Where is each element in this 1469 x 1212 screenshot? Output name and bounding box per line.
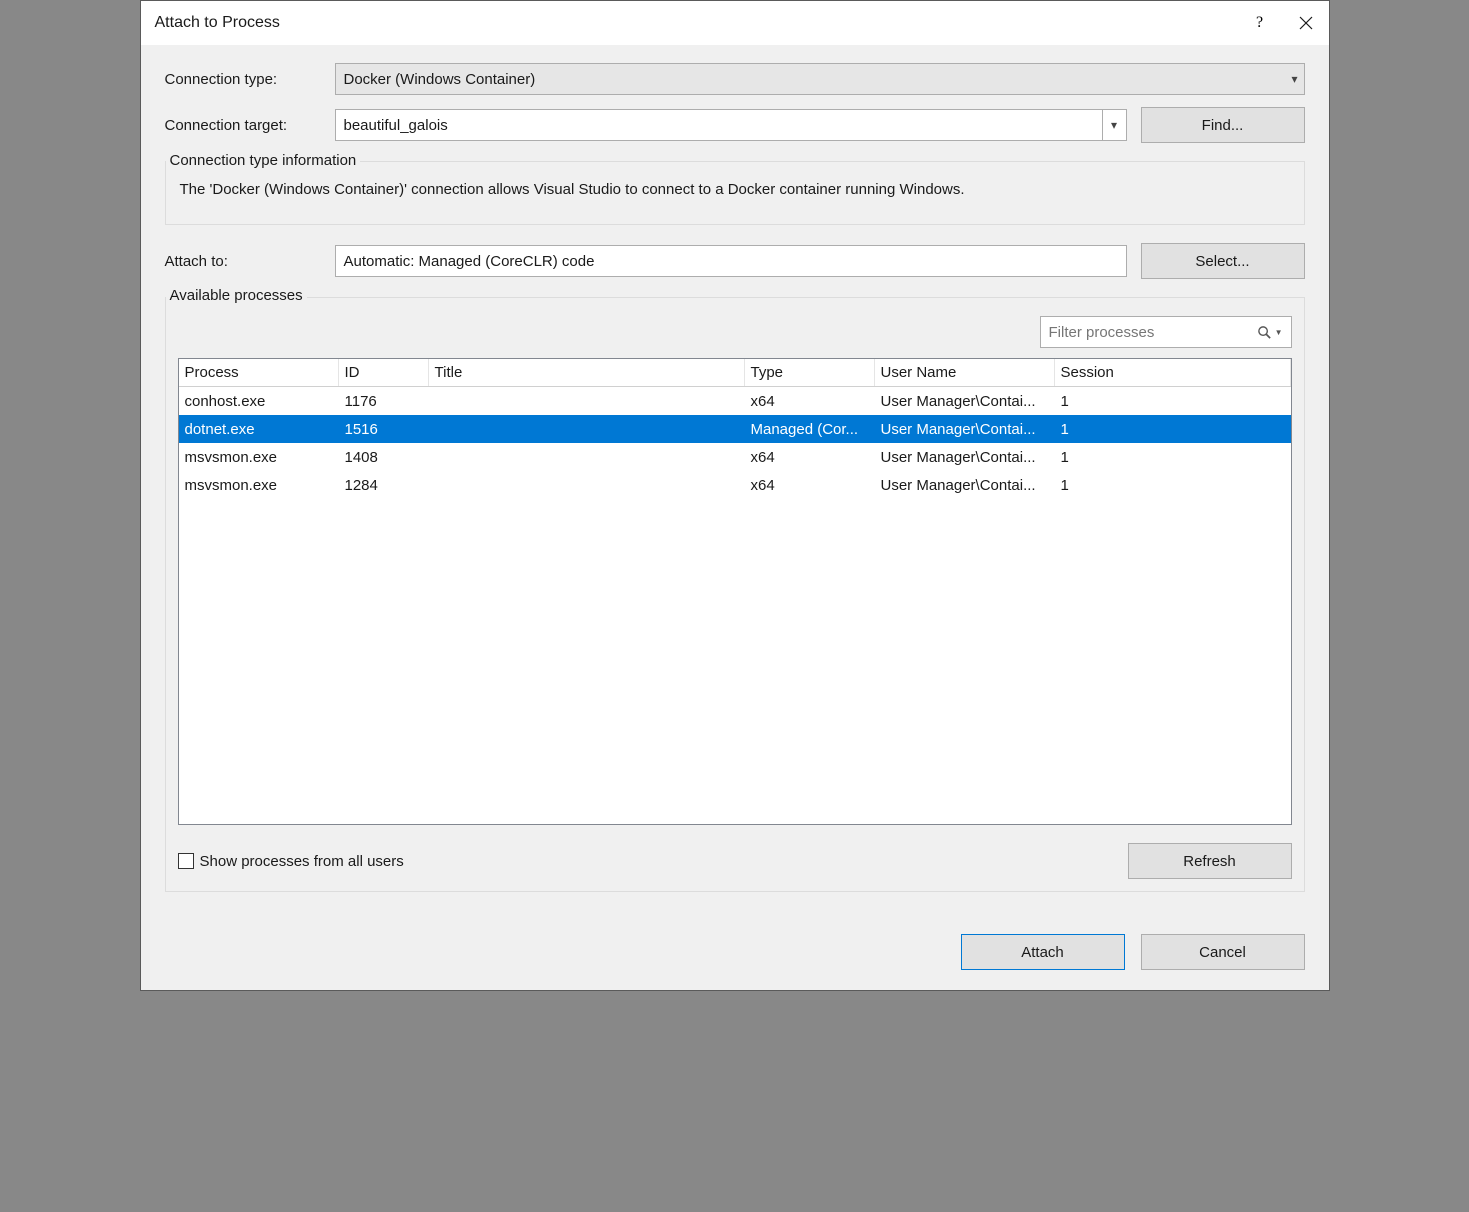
process-table[interactable]: Process ID Title Type User Name Session … bbox=[178, 358, 1292, 825]
chevron-down-icon: ▼ bbox=[1275, 328, 1283, 337]
connection-type-label: Connection type: bbox=[165, 71, 335, 88]
col-id[interactable]: ID bbox=[339, 359, 429, 386]
col-process[interactable]: Process bbox=[179, 359, 339, 386]
connection-type-value: Docker (Windows Container) bbox=[344, 71, 536, 88]
table-cell: 1284 bbox=[339, 477, 429, 494]
find-button[interactable]: Find... bbox=[1141, 107, 1305, 143]
table-cell: x64 bbox=[745, 449, 875, 466]
table-cell: User Manager\Contai... bbox=[875, 393, 1055, 410]
table-cell: msvsmon.exe bbox=[179, 477, 339, 494]
col-title[interactable]: Title bbox=[429, 359, 745, 386]
col-user[interactable]: User Name bbox=[875, 359, 1055, 386]
table-cell: 1516 bbox=[339, 421, 429, 438]
table-row[interactable]: conhost.exe1176 x64User Manager\Contai...… bbox=[179, 387, 1291, 415]
col-session[interactable]: Session bbox=[1055, 359, 1291, 386]
attach-to-process-dialog: Attach to Process ? Connection type: Doc… bbox=[140, 0, 1330, 991]
available-processes-label: Available processes bbox=[166, 287, 307, 304]
table-cell: 1408 bbox=[339, 449, 429, 466]
table-row[interactable]: msvsmon.exe1284 x64User Manager\Contai...… bbox=[179, 471, 1291, 499]
table-row[interactable]: dotnet.exe1516 Managed (Cor...User Manage… bbox=[179, 415, 1291, 443]
chevron-down-icon: ▾ bbox=[1291, 72, 1297, 86]
table-cell: User Manager\Contai... bbox=[875, 477, 1055, 494]
table-header[interactable]: Process ID Title Type User Name Session bbox=[179, 359, 1291, 387]
dialog-title: Attach to Process bbox=[155, 14, 280, 32]
chevron-down-icon[interactable]: ▾ bbox=[1102, 110, 1126, 140]
table-cell: 1 bbox=[1055, 477, 1291, 494]
close-icon bbox=[1299, 16, 1313, 30]
connection-info-header: Connection type information bbox=[166, 152, 361, 169]
close-button[interactable] bbox=[1283, 1, 1329, 45]
table-cell: 1 bbox=[1055, 421, 1291, 438]
connection-info-group: Connection type information The 'Docker … bbox=[165, 161, 1305, 225]
table-cell: 1 bbox=[1055, 449, 1291, 466]
connection-target-combo[interactable]: beautiful_galois ▾ bbox=[335, 109, 1127, 141]
table-cell: Managed (Cor... bbox=[745, 421, 875, 438]
dialog-footer: Attach Cancel bbox=[141, 910, 1329, 990]
table-cell: x64 bbox=[745, 477, 875, 494]
help-button[interactable]: ? bbox=[1237, 1, 1283, 45]
help-icon: ? bbox=[1256, 14, 1263, 32]
attach-to-label: Attach to: bbox=[165, 253, 335, 270]
table-cell: x64 bbox=[745, 393, 875, 410]
table-row[interactable]: msvsmon.exe1408 x64User Manager\Contai...… bbox=[179, 443, 1291, 471]
table-cell: conhost.exe bbox=[179, 393, 339, 410]
table-cell: User Manager\Contai... bbox=[875, 421, 1055, 438]
attach-button[interactable]: Attach bbox=[961, 934, 1125, 970]
search-icon[interactable]: ▼ bbox=[1257, 325, 1283, 340]
connection-target-label: Connection target: bbox=[165, 117, 335, 134]
table-cell: msvsmon.exe bbox=[179, 449, 339, 466]
show-all-users-checkbox[interactable] bbox=[178, 853, 194, 869]
attach-to-value-box: Automatic: Managed (CoreCLR) code bbox=[335, 245, 1127, 277]
cancel-button[interactable]: Cancel bbox=[1141, 934, 1305, 970]
table-cell: User Manager\Contai... bbox=[875, 449, 1055, 466]
table-cell: dotnet.exe bbox=[179, 421, 339, 438]
available-processes-group: Available processes Filter processes ▼ P… bbox=[165, 297, 1305, 892]
select-button[interactable]: Select... bbox=[1141, 243, 1305, 279]
connection-target-value: beautiful_galois bbox=[344, 117, 448, 134]
attach-to-value: Automatic: Managed (CoreCLR) code bbox=[344, 253, 595, 270]
filter-placeholder: Filter processes bbox=[1049, 324, 1155, 341]
table-cell: 1 bbox=[1055, 393, 1291, 410]
titlebar: Attach to Process ? bbox=[141, 1, 1329, 45]
col-type[interactable]: Type bbox=[745, 359, 875, 386]
connection-type-combo[interactable]: Docker (Windows Container) ▾ bbox=[335, 63, 1305, 95]
show-all-users-label: Show processes from all users bbox=[200, 853, 404, 870]
connection-info-text: The 'Docker (Windows Container)' connect… bbox=[166, 179, 1304, 200]
table-cell: 1176 bbox=[339, 393, 429, 410]
filter-processes-input[interactable]: Filter processes ▼ bbox=[1040, 316, 1292, 348]
refresh-button[interactable]: Refresh bbox=[1128, 843, 1292, 879]
